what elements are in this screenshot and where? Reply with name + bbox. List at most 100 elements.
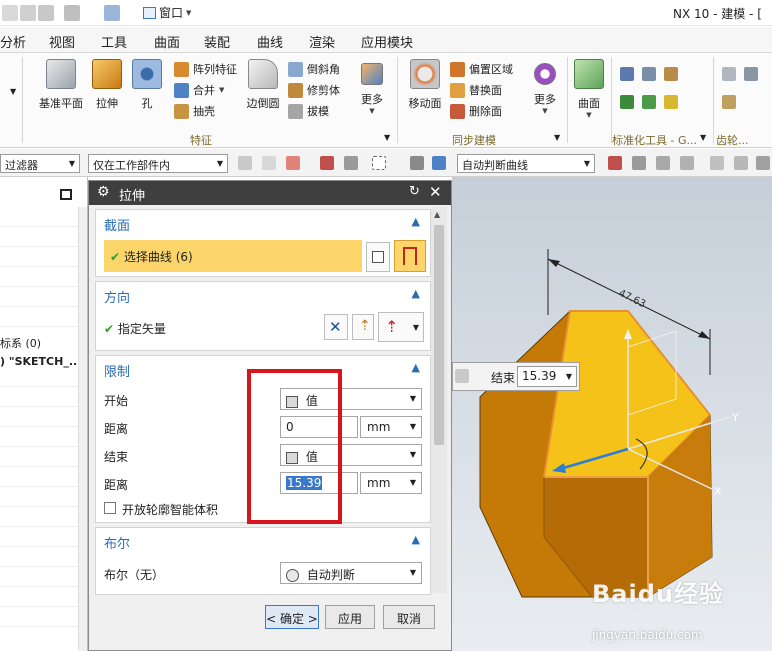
extrude-button[interactable]: 拉伸 bbox=[90, 59, 124, 111]
trim-body-button[interactable]: 修剪体 bbox=[288, 82, 340, 98]
open-profile-checkbox[interactable] bbox=[104, 502, 116, 514]
snap-point-icon[interactable] bbox=[286, 156, 300, 170]
reverse-direction-button[interactable]: ✕ bbox=[324, 314, 348, 340]
sync-more-button[interactable]: 更多 ▼ bbox=[529, 59, 561, 115]
type-filter-dropdown[interactable]: 过滤器 ▼ bbox=[0, 154, 80, 173]
value-type-icon[interactable] bbox=[455, 369, 469, 383]
navigator-scrollbar[interactable] bbox=[78, 207, 87, 651]
chevron-up-icon[interactable]: ▲ bbox=[412, 287, 420, 300]
start-unit-dropdown[interactable]: mm ▼ bbox=[360, 416, 422, 438]
chevron-down-icon[interactable]: ▼ bbox=[554, 133, 560, 142]
tab-tools[interactable]: 工具 bbox=[101, 32, 127, 51]
list-item[interactable] bbox=[0, 567, 78, 587]
list-item[interactable] bbox=[0, 427, 78, 447]
boolean-header[interactable]: 布尔 ▲ bbox=[96, 528, 430, 554]
repeat-command-icon[interactable] bbox=[64, 5, 80, 21]
dialog-scrollbar[interactable]: ▲ bbox=[431, 207, 447, 593]
selection-tool-icon[interactable] bbox=[656, 156, 670, 170]
vector-dialog-button[interactable]: ⇡ bbox=[352, 314, 374, 340]
vector-type-dropdown[interactable]: ⇡ ▼ bbox=[378, 312, 424, 342]
edge-blend-button[interactable]: 边倒圆 bbox=[244, 59, 282, 111]
list-item[interactable] bbox=[0, 467, 78, 487]
selection-tool-icon[interactable] bbox=[238, 156, 252, 170]
chamfer-button[interactable]: 倒斜角 bbox=[288, 61, 340, 77]
window-menu[interactable]: 窗口 ▼ bbox=[143, 4, 191, 21]
tab-curve[interactable]: 曲线 bbox=[257, 32, 283, 51]
tab-assembly[interactable]: 装配 bbox=[204, 32, 230, 51]
gear-tool-icon[interactable] bbox=[722, 67, 736, 81]
gear-tool-icon[interactable] bbox=[722, 95, 736, 109]
list-item[interactable] bbox=[0, 587, 78, 607]
list-item[interactable] bbox=[0, 447, 78, 467]
gear-tool-icon[interactable] bbox=[744, 67, 758, 81]
scrollbar-thumb[interactable] bbox=[434, 225, 444, 445]
list-item[interactable] bbox=[0, 547, 78, 567]
hole-button[interactable]: 孔 bbox=[132, 59, 162, 111]
apply-button[interactable]: 应用 bbox=[325, 605, 375, 629]
move-face-button[interactable]: 移动面 bbox=[406, 59, 444, 111]
std-tool-icon[interactable] bbox=[620, 95, 634, 109]
nav-item-csys[interactable]: 标系 (0) bbox=[0, 331, 78, 351]
onscreen-end-value[interactable]: 15.39 ▼ bbox=[517, 366, 577, 387]
chevron-down-icon[interactable]: ▼ bbox=[10, 87, 16, 96]
touch-mode-icon[interactable] bbox=[104, 5, 120, 21]
chevron-up-icon[interactable]: ▲ bbox=[412, 533, 420, 546]
dimension-label[interactable]: 47.63 bbox=[617, 288, 648, 310]
std-tool-icon[interactable] bbox=[664, 95, 678, 109]
shell-button[interactable]: 抽壳 bbox=[174, 103, 215, 119]
delete-face-button[interactable]: 删除面 bbox=[450, 103, 502, 119]
nav-item-sketch[interactable]: ) "SKETCH_... bbox=[0, 351, 78, 371]
selection-tool-icon[interactable] bbox=[756, 156, 770, 170]
list-item[interactable] bbox=[0, 387, 78, 407]
end-unit-dropdown[interactable]: mm ▼ bbox=[360, 472, 422, 494]
std-tool-icon[interactable] bbox=[642, 67, 656, 81]
curve-section-button[interactable] bbox=[394, 240, 426, 272]
selection-tool-icon[interactable] bbox=[710, 156, 724, 170]
list-item[interactable] bbox=[0, 487, 78, 507]
selection-tool-icon[interactable] bbox=[608, 156, 622, 170]
list-item[interactable] bbox=[0, 607, 78, 627]
list-item[interactable] bbox=[0, 287, 78, 307]
select-icon[interactable] bbox=[320, 156, 334, 170]
cancel-button[interactable]: 取消 bbox=[383, 605, 435, 629]
chevron-down-icon[interactable]: ▼ bbox=[700, 133, 706, 142]
unite-button[interactable]: 合并 ▼ bbox=[174, 82, 224, 98]
new-icon[interactable] bbox=[2, 5, 18, 21]
boolean-dropdown[interactable]: 自动判断 ▼ bbox=[280, 562, 422, 584]
chevron-down-icon[interactable]: ▼ bbox=[384, 133, 390, 142]
selection-tool-icon[interactable] bbox=[680, 156, 694, 170]
std-tool-icon[interactable] bbox=[642, 95, 656, 109]
std-tool-icon[interactable] bbox=[620, 67, 634, 81]
close-icon[interactable]: ✕ bbox=[429, 183, 442, 201]
rectangle-select-icon[interactable] bbox=[372, 156, 386, 170]
replace-face-button[interactable]: 替换面 bbox=[450, 82, 502, 98]
tab-analysis[interactable]: 分析 bbox=[0, 32, 26, 51]
chevron-up-icon[interactable]: ▲ bbox=[412, 215, 420, 228]
list-item[interactable] bbox=[0, 407, 78, 427]
onscreen-end-input[interactable]: 结束 15.39 ▼ bbox=[452, 362, 580, 391]
list-item[interactable] bbox=[0, 307, 78, 327]
copy-icon[interactable] bbox=[20, 5, 36, 21]
reset-icon[interactable]: ↻ bbox=[409, 184, 420, 199]
draft-button[interactable]: 拔模 bbox=[288, 103, 329, 119]
paste-icon[interactable] bbox=[38, 5, 54, 21]
direction-header[interactable]: 方向 ▲ bbox=[96, 282, 430, 308]
selection-tool-icon[interactable] bbox=[632, 156, 646, 170]
dialog-title-bar[interactable]: ⚙ 拉伸 ↻ ✕ bbox=[89, 181, 451, 205]
list-item[interactable] bbox=[0, 507, 78, 527]
pattern-feature-button[interactable]: 阵列特征 bbox=[174, 61, 237, 77]
list-item[interactable] bbox=[0, 527, 78, 547]
list-item[interactable] bbox=[0, 207, 78, 227]
select-curve-field[interactable]: ✔ 选择曲线 (6) bbox=[104, 240, 362, 272]
list-item[interactable] bbox=[0, 267, 78, 287]
tab-surface[interactable]: 曲面 bbox=[154, 32, 180, 51]
scope-dropdown[interactable]: 仅在工作部件内 ▼ bbox=[88, 154, 228, 173]
sketch-section-button[interactable] bbox=[366, 242, 390, 272]
tab-render[interactable]: 渲染 bbox=[309, 32, 335, 51]
selection-tool-icon[interactable] bbox=[262, 156, 276, 170]
list-item[interactable] bbox=[0, 247, 78, 267]
curve-rule-dropdown[interactable]: 自动判断曲线 ▼ bbox=[457, 154, 595, 173]
tab-view[interactable]: 视图 bbox=[49, 32, 75, 51]
list-item[interactable] bbox=[0, 227, 78, 247]
selection-tool-icon[interactable] bbox=[432, 156, 446, 170]
